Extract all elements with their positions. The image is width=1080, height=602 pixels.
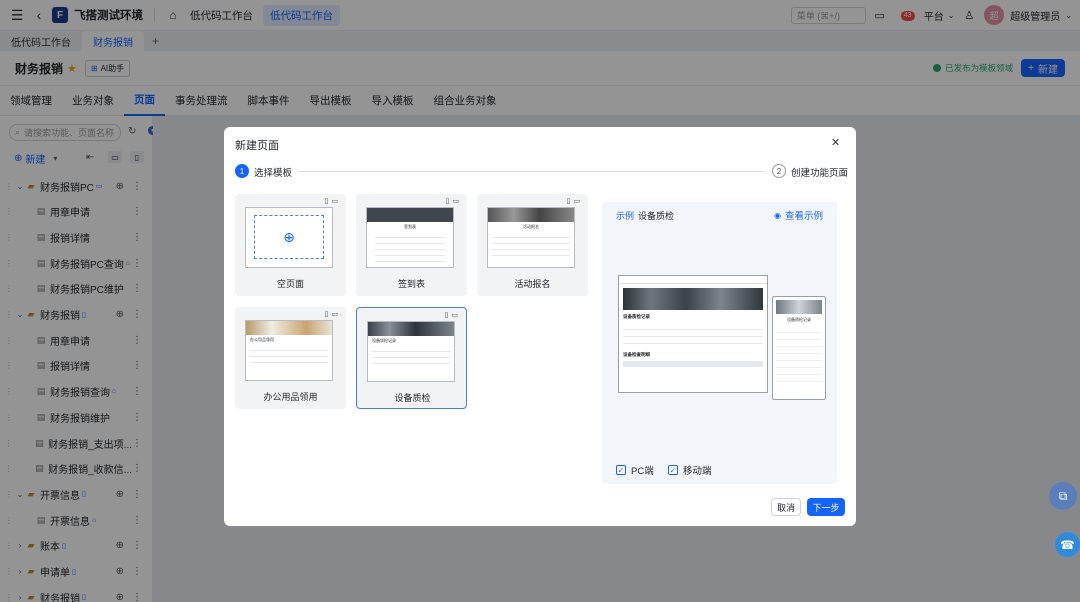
template-label: 空页面	[276, 279, 304, 289]
thumb-title: 签到表	[404, 224, 416, 229]
mobile-icon: ▯	[324, 311, 329, 318]
pc-icon: ▭	[331, 198, 338, 205]
view-example-label: 查看示例	[784, 211, 823, 222]
mockup-section-2: 设备检查明细	[623, 352, 650, 357]
close-icon[interactable]: ✕	[831, 136, 840, 149]
step-2-number: 2	[772, 164, 786, 178]
template-thumb: 签到表	[366, 207, 454, 268]
eye-icon: ◉	[774, 210, 781, 220]
template-card-blank[interactable]: ▯ ▭ ⊕ 空页面	[235, 194, 346, 296]
preview-tag: 示例	[616, 211, 635, 221]
template-label: 办公用品领用	[263, 392, 318, 402]
mobile-icon: ▯	[444, 312, 449, 319]
template-label: 活动报名	[514, 279, 551, 289]
mockup-section-1: 设备质检记录	[623, 314, 650, 319]
preview-template-name: 设备质检	[638, 211, 675, 221]
thumb-rows	[375, 232, 445, 266]
view-example-link[interactable]: ◉ 查看示例	[774, 208, 823, 223]
template-label: 设备质检	[394, 393, 431, 403]
thumb-rows	[372, 346, 450, 368]
step-2-label: 创建功能页面	[791, 168, 849, 179]
next-step-button[interactable]: 下一步	[807, 498, 845, 516]
mockup-table-header	[623, 361, 763, 367]
preview-pc-mockup: 设备质检记录 设备检查明细	[618, 275, 768, 393]
floating-tool-icon[interactable]: ⧉	[1049, 482, 1077, 510]
dialog-title: 新建页面	[235, 140, 279, 152]
pc-checkbox-label: PC端	[631, 466, 654, 477]
template-label: 签到表	[397, 279, 425, 289]
device-icons: ▯ ▭	[325, 310, 338, 318]
check-icon: ✓	[668, 465, 678, 475]
template-thumb: 设备质检记录	[367, 321, 455, 382]
pc-icon: ▭	[331, 311, 338, 318]
step-1-label: 选择模板	[254, 168, 293, 179]
pc-icon: ▭	[451, 312, 458, 319]
thumb-title: 设备质检记录	[372, 338, 396, 343]
template-card-signin[interactable]: ▯ ▭ 签到表 签到表	[356, 194, 467, 296]
template-card-office[interactable]: ▯ ▭ 办公用品领用 办公用品领用	[235, 307, 346, 409]
mobile-banner	[776, 300, 822, 314]
thumb-title: 办公用品领用	[250, 337, 274, 342]
mobile-icon: ▯	[445, 198, 450, 205]
template-card-inspection[interactable]: ▯ ▭ 设备质检记录 设备质检	[356, 307, 467, 409]
pc-icon: ▭	[573, 198, 580, 205]
pc-icon: ▭	[452, 198, 459, 205]
thumb-banner	[488, 208, 574, 222]
template-thumb: 活动报名	[487, 207, 575, 268]
thumb-rows	[492, 232, 570, 256]
thumb-rows	[250, 345, 328, 367]
add-document-icon: ⊕	[283, 228, 295, 245]
mockup-fields	[623, 323, 763, 349]
mobile-checkbox-label: 移动端	[683, 466, 712, 477]
preview-mobile-mockup: 设备质检记录	[772, 296, 826, 400]
device-icons: ▯ ▭	[567, 197, 580, 205]
step-1-number: 1	[235, 164, 249, 178]
thumb-banner	[246, 321, 332, 335]
check-icon: ✓	[616, 465, 626, 475]
floating-chat-icon[interactable]: ☎	[1055, 532, 1080, 557]
template-preview-panel: 示例 设备质检 ◉ 查看示例 设备质检记录 设备检查明细 设备质检记录 ✓ PC端 …	[602, 202, 837, 484]
pc-checkbox[interactable]: ✓ PC端	[616, 463, 654, 477]
thumb-banner	[368, 322, 454, 336]
cancel-button[interactable]: 取消	[771, 498, 801, 516]
mockup-topbar	[619, 276, 767, 284]
thumb-title: 活动报名	[523, 224, 539, 229]
device-icons: ▯ ▭	[325, 197, 338, 205]
step-connector	[298, 171, 764, 172]
blank-placeholder: ⊕	[254, 215, 324, 259]
template-thumb: ⊕	[245, 207, 333, 268]
mobile-fields	[776, 326, 822, 388]
thumb-banner	[367, 208, 453, 222]
mobile-checkbox[interactable]: ✓ 移动端	[668, 463, 712, 477]
mobile-icon: ▯	[566, 198, 571, 205]
device-icons: ▯ ▭	[446, 197, 459, 205]
mobile-icon: ▯	[324, 198, 329, 205]
device-icons: ▯ ▭	[445, 311, 458, 319]
mockup-banner	[623, 288, 763, 310]
new-page-dialog: 新建页面 ✕ 1 选择模板 2 创建功能页面 ▯ ▭ ⊕ 空页面 ▯ ▭ 签到表 签…	[224, 127, 856, 526]
mobile-section-title: 设备质检记录	[787, 317, 811, 322]
template-thumb: 办公用品领用	[245, 320, 333, 381]
template-card-event[interactable]: ▯ ▭ 活动报名 活动报名	[477, 194, 588, 296]
